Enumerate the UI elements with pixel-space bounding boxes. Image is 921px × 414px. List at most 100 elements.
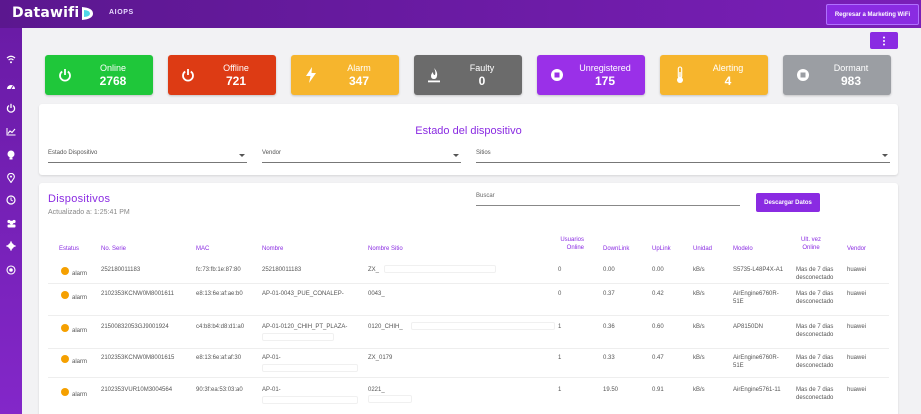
column-header[interactable]: Ult. vez Online [796, 236, 826, 252]
card-label: Online [99, 62, 126, 73]
row-divider [48, 348, 889, 349]
cell-usuarios: 1 [558, 355, 562, 361]
card-faulty[interactable]: Faulty 0 [414, 55, 522, 95]
sidebar [0, 28, 22, 414]
cell-unidad: kB/s [693, 267, 705, 273]
column-header[interactable]: Nombre Sitio [368, 245, 403, 253]
cell-ultima: Mas de 7 dias desconectado [796, 387, 834, 401]
cell-unidad: kB/s [693, 355, 705, 361]
column-header[interactable]: Vendor [847, 245, 866, 253]
cell-downlink: 19.50 [603, 387, 619, 393]
cell-modelo: AirEngine6760R-51E [733, 355, 779, 369]
card-value: 175 [594, 73, 616, 88]
column-header[interactable]: Unidad [693, 245, 712, 253]
map-pin-icon[interactable] [3, 171, 19, 185]
chevron-down-icon [239, 154, 245, 157]
card-alerting[interactable]: Alerting 4 [660, 55, 768, 95]
users-icon[interactable] [3, 216, 19, 230]
cell-unidad: kB/s [693, 324, 705, 330]
cell-unidad: kB/s [693, 387, 705, 393]
cell-ultima: Mas de 7 dias desconectado [796, 291, 834, 305]
card-alarm[interactable]: Alarm 347 [291, 55, 399, 95]
cell-downlink: 0.36 [603, 324, 615, 330]
cell-usuarios: 1 [558, 387, 562, 393]
cell-serie: 2102353VUR10M3004564 [101, 387, 173, 393]
search-placeholder: Buscar [476, 193, 495, 199]
logo-text: Datawifi [12, 5, 80, 21]
vendor-select[interactable]: Vendor [262, 150, 461, 163]
power-icon[interactable] [3, 101, 19, 115]
cell-serie: 21500832053GJ9001924 [101, 324, 169, 330]
stop-icon [783, 68, 823, 82]
bolt-icon [291, 67, 331, 83]
redacted-block [411, 322, 555, 330]
status-dot-icon [61, 388, 69, 396]
cell-uplink: 0.47 [652, 355, 664, 361]
sitios-select[interactable]: Sitios [476, 150, 890, 163]
chart-line-icon[interactable] [3, 124, 19, 138]
select-label: Estado Dispositivo [48, 150, 98, 156]
cell-usuarios: 0 [558, 291, 562, 297]
gauge-icon[interactable] [3, 79, 19, 93]
cell-ultima: Mas de 7 dias desconectado [796, 324, 834, 338]
chevron-down-icon [453, 154, 459, 157]
settings-icon[interactable] [3, 239, 19, 253]
select-label: Vendor [262, 150, 282, 156]
column-header[interactable]: DownLink [603, 245, 629, 253]
return-marketing-button[interactable]: Regresar a Marketing WiFi [826, 4, 919, 25]
cell-sitio: ZX_0179 [368, 355, 393, 361]
app-name: AIOPS [109, 9, 134, 16]
devices-panel: Dispositivos Actualizado a: 1:25:41 PM B… [39, 183, 898, 414]
redacted-block [368, 395, 412, 403]
column-header[interactable]: Usuarios Online [554, 236, 584, 252]
cell-serie: 2102353KCNW0M8001615 [101, 355, 175, 361]
kebab-icon [883, 36, 885, 45]
cell-ultima: Mas de 7 dias desconectado [796, 355, 834, 369]
card-value: 2768 [99, 73, 127, 88]
column-header[interactable]: MAC [196, 245, 209, 253]
redacted-block [384, 265, 496, 273]
card-unregistered[interactable]: Unregistered 175 [537, 55, 645, 95]
cell-vendor: huawei [847, 387, 867, 393]
redacted-block [262, 396, 358, 404]
cell-downlink: 0.33 [603, 355, 615, 361]
clock-icon[interactable] [3, 193, 19, 207]
cell-serie: 252180011183 [101, 267, 141, 273]
card-value: 347 [348, 73, 370, 88]
cell-nombre: AP-01-0120_CHIH_PT_PLAZA- [262, 324, 348, 330]
column-header[interactable]: Modelo [733, 245, 753, 253]
cell-downlink: 0.00 [603, 267, 615, 273]
card-dormant[interactable]: Dormant 983 [783, 55, 891, 95]
status-dot-icon [61, 267, 69, 275]
column-header[interactable]: Estatus [59, 245, 79, 253]
column-header[interactable]: No. Serie [101, 245, 126, 253]
wifi-icon[interactable] [3, 52, 19, 66]
more-options-button[interactable] [870, 32, 898, 49]
search-input[interactable]: Buscar [476, 193, 740, 206]
top-bar: Datawifi AIOPS Regresar a Marketing WiFi [0, 0, 921, 28]
card-online[interactable]: Online 2768 [45, 55, 153, 95]
cell-nombre: AP-01-0043_PUE_CONALEP- [262, 291, 344, 297]
cell-usuarios: 1 [558, 324, 562, 330]
cell-unidad: kB/s [693, 291, 705, 297]
device-status-panel: Estado del dispositivo Estado Dispositiv… [39, 104, 898, 175]
lightbulb-icon[interactable] [3, 148, 19, 162]
estado-dispositivo-select[interactable]: Estado Dispositivo [48, 150, 247, 163]
status-text: alarm [72, 392, 88, 398]
status-dot-icon [61, 355, 69, 363]
cell-modelo: AirEngine5761-11 [733, 387, 781, 393]
column-header[interactable]: Nombre [262, 245, 283, 253]
column-header[interactable]: UpLink [652, 245, 671, 253]
redacted-block [262, 333, 334, 341]
row-divider [48, 315, 889, 316]
cell-modelo: S5735-L48P4X-A1 [733, 267, 784, 273]
card-value: 721 [225, 73, 247, 88]
status-text: alarm [72, 328, 88, 334]
status-text: alarm [72, 359, 88, 365]
card-label: Alerting [712, 62, 744, 73]
cell-modelo: AirEngine6760R-51E [733, 291, 779, 305]
target-icon[interactable] [3, 263, 19, 277]
cell-nombre: AP-01- [262, 387, 281, 393]
card-offline[interactable]: Offline 721 [168, 55, 276, 95]
download-data-button[interactable]: Descargar Datos [756, 193, 820, 212]
